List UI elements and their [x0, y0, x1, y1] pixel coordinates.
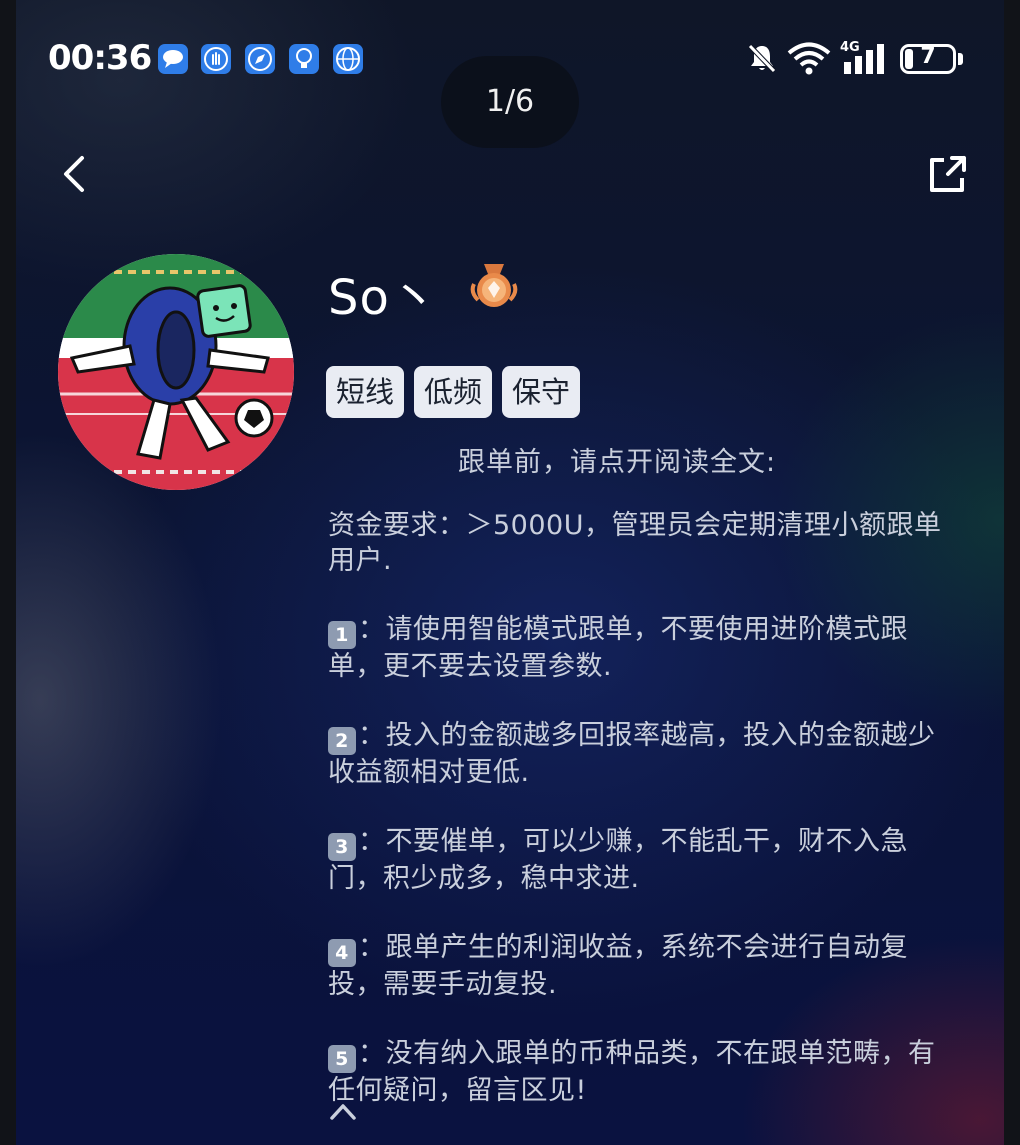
rule-text: ：跟单产生的利润收益，系统不会进行自动复投，需要手动复投. [328, 932, 908, 1000]
chat-icon [158, 44, 188, 74]
muted-bell-icon [748, 44, 776, 73]
tag-low-frequency: 低频 [414, 366, 493, 418]
post-intro: 跟单前，请点开阅读全文: [458, 447, 777, 478]
medal-icon[interactable] [468, 262, 520, 310]
keycap-number-icon: 4 [328, 939, 356, 967]
requirement-paragraph: 资金要求：＞5000U，管理员会定期清理小额跟单用户. [328, 510, 942, 576]
rule-text: ：请使用智能模式跟单，不要使用进阶模式跟单，更不要去设置参数. [328, 614, 908, 682]
keycap-number-icon: 5 [328, 1045, 356, 1073]
rule-item: 2 ：投入的金额越多回报率越高，投入的金额越少收益额相对更低. [328, 718, 958, 790]
page-counter: 1/6 [441, 56, 579, 148]
globe-icon [333, 44, 363, 74]
strategy-tags: 短线 低频 保守 [326, 366, 581, 418]
username: So丶 [328, 270, 439, 326]
rule-text: ：投入的金额越多回报率越高，投入的金额越少收益额相对更低. [328, 720, 936, 788]
keycap-number-icon: 3 [328, 833, 356, 861]
share-icon[interactable] [924, 152, 970, 198]
back-arrow-icon[interactable] [54, 152, 98, 196]
right-edge [1004, 0, 1020, 1145]
status-time: 00:36 [48, 38, 152, 78]
signal-icon [844, 44, 884, 74]
wifi-icon [787, 42, 831, 75]
rule-item: 4 ：跟单产生的利润收益，系统不会进行自动复投，需要手动复投. [328, 930, 958, 1002]
rule-text: ：不要催单，可以少赚，不能乱干，财不入急门，积少成多，稳中求进. [328, 826, 908, 894]
collapse-chevron-up-icon[interactable] [328, 1098, 358, 1124]
rule-item: 3 ：不要催单，可以少赚，不能乱干，财不入急门，积少成多，稳中求进. [328, 824, 958, 896]
keycap-number-icon: 2 [328, 727, 356, 755]
lightbulb-icon [289, 44, 319, 74]
hand-icon [201, 44, 231, 74]
rule-item: 5 ：没有纳入跟单的币种品类，不在跟单范畴，有任何疑问，留言区见! [328, 1036, 958, 1108]
tag-conservative: 保守 [502, 366, 581, 418]
battery-icon: 7 [900, 44, 956, 74]
battery-level: 7 [920, 44, 936, 69]
avatar[interactable] [58, 254, 294, 490]
left-edge [0, 0, 16, 1145]
rule-item: 1 ：请使用智能模式跟单，不要使用进阶模式跟单，更不要去设置参数. [328, 612, 958, 684]
keycap-number-icon: 1 [328, 621, 356, 649]
post-body: 资金要求：＞5000U，管理员会定期清理小额跟单用户. 1 ：请使用智能模式跟单，… [328, 508, 958, 1142]
compass-icon [245, 44, 275, 74]
rule-text: ：没有纳入跟单的币种品类，不在跟单范畴，有任何疑问，留言区见! [328, 1038, 936, 1106]
tag-short-term: 短线 [326, 366, 405, 418]
battery-cap [958, 53, 963, 65]
